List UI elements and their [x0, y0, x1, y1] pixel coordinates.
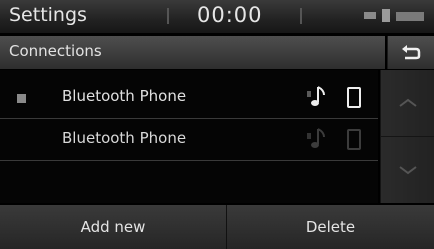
device-list: Bluetooth Phone Bluetooth Phone [0, 70, 378, 203]
phone-icon [347, 87, 361, 108]
battery-icon [364, 12, 376, 19]
clock: 00:00 [197, 3, 263, 27]
status-divider [167, 8, 169, 24]
back-button[interactable] [387, 36, 434, 69]
back-arrow-icon [402, 45, 421, 60]
status-indicators [364, 9, 428, 23]
device-row-connected[interactable]: Bluetooth Phone [0, 77, 378, 119]
device-name: Bluetooth Phone [62, 87, 187, 105]
status-bar: Settings 00:00 [0, 0, 434, 33]
device-name: Bluetooth Phone [62, 129, 187, 147]
screen-title: Settings [9, 4, 87, 26]
delete-button[interactable]: Delete [227, 205, 434, 249]
connected-indicator-icon [17, 94, 26, 103]
music-note-icon [307, 86, 325, 106]
music-note-icon [307, 128, 325, 148]
status-divider [300, 8, 302, 24]
add-new-button[interactable]: Add new [0, 205, 227, 249]
phone-icon [347, 129, 361, 150]
scroll-down-button[interactable] [381, 137, 434, 203]
section-title: Connections [9, 42, 102, 60]
chevron-down-icon [399, 166, 417, 175]
device-row[interactable]: Bluetooth Phone [0, 119, 378, 161]
connections-header: Connections [0, 36, 385, 69]
signal-icon [396, 12, 424, 21]
bluetooth-icon [382, 9, 390, 22]
chevron-up-icon [399, 98, 417, 107]
scroll-rail [380, 70, 434, 203]
scroll-up-button[interactable] [381, 70, 434, 137]
